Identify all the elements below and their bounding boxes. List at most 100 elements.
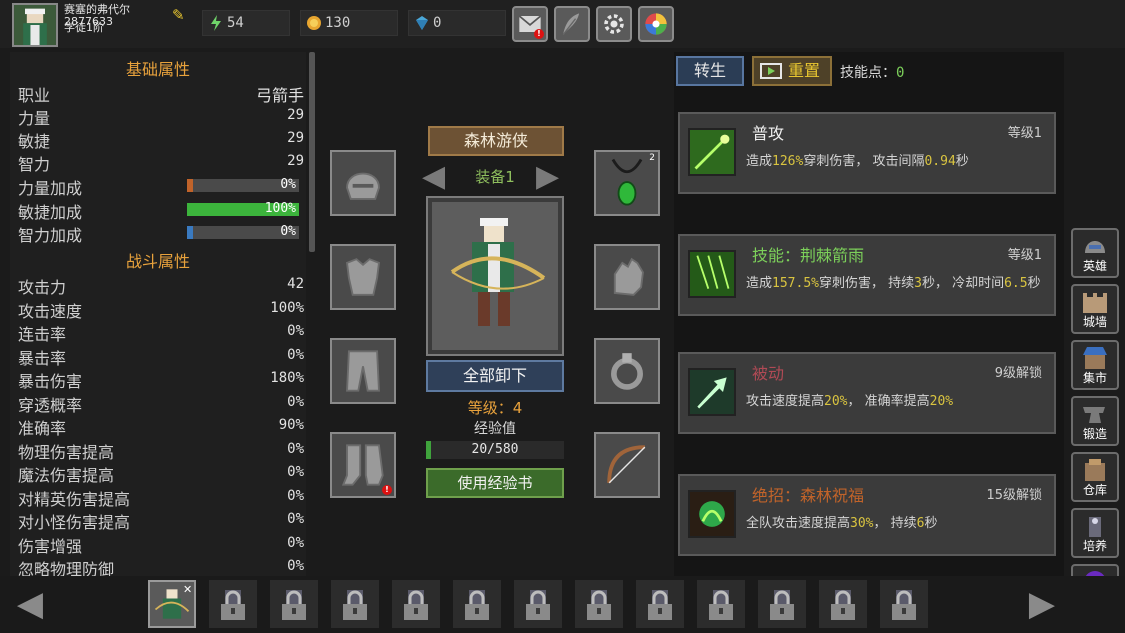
exp-label: 经验值 — [474, 421, 516, 437]
resource-lightning: 54 — [202, 10, 290, 36]
skill-card-basic-attack[interactable]: 普攻 等级1 造成126%穿刺伤害， 攻击间隔0.94秒 — [678, 112, 1056, 194]
resource-gold: 130 — [300, 10, 398, 36]
bow-icon — [607, 445, 646, 484]
roster-hero-slot-active[interactable]: ✕ — [148, 580, 196, 628]
nav-market[interactable]: 集市 — [1071, 340, 1119, 390]
skill-points: 技能点：0 — [840, 65, 905, 81]
use-exp-book-button[interactable]: 使用经验书 — [426, 468, 564, 498]
ring-icon — [611, 353, 643, 390]
prev-set-arrow-icon[interactable]: ◀ — [422, 162, 454, 192]
roster-hero-slot-locked[interactable] — [331, 580, 379, 628]
roster-hero-slot-locked[interactable] — [575, 580, 623, 628]
roster-prev-arrow-icon[interactable]: ◀ — [10, 584, 50, 624]
basic-attributes-title: 基础属性 — [125, 60, 190, 79]
player-avatar[interactable] — [12, 3, 58, 47]
stat-row: 暴击伤害 180% — [18, 370, 304, 391]
nav-city-wall[interactable]: 城墙 — [1071, 284, 1119, 334]
roster-next-arrow-icon[interactable]: ▶ — [1022, 584, 1062, 624]
nav-training[interactable]: 培养 — [1071, 508, 1119, 558]
stats-panel[interactable]: 基础属性 职业 弓箭手 力量 29 敏捷 29 智力 29 力量加成 0% 敏捷加成 1… — [10, 52, 306, 579]
necklace-slot[interactable]: 2 — [594, 150, 660, 216]
resource-diamond: 0 — [408, 10, 506, 36]
combat-attributes-title: 战斗属性 — [125, 252, 190, 271]
mail-alert-icon: ! — [534, 29, 544, 39]
player-rank: 学徒1阶 — [64, 21, 104, 34]
color-wheel-button[interactable] — [638, 6, 674, 42]
skill-card-passive[interactable]: 被动 9级解锁 攻击速度提高20%， 准确率提高20% — [678, 352, 1056, 434]
ring-slot[interactable] — [594, 338, 660, 404]
skill-name: 普攻 — [752, 124, 785, 143]
svg-text:✕: ✕ — [183, 583, 192, 596]
skill-name: 绝招：森林祝福 — [752, 486, 865, 505]
skill-card-forest-blessing[interactable]: 绝招：森林祝福 15级解锁 全队攻击速度提高30%， 持续6秒 — [678, 474, 1056, 556]
gloves-icon — [613, 257, 644, 296]
strength-bonus-bar: 0% — [187, 177, 299, 192]
skill-name: 被动 — [752, 364, 785, 383]
stats-scrollbar[interactable] — [309, 52, 315, 252]
hero-portrait — [426, 196, 564, 356]
roster-hero-slot-locked[interactable] — [636, 580, 684, 628]
pants-slot[interactable] — [330, 338, 396, 404]
lock-icon — [221, 590, 245, 620]
stat-row: 力量 29 — [18, 107, 304, 128]
settings-button[interactable] — [596, 6, 632, 42]
hero-level: 等级：4 — [467, 399, 523, 417]
stat-row: 准确率 90% — [18, 417, 304, 438]
roster-hero-slot-locked[interactable] — [758, 580, 806, 628]
stat-row: 魔法伤害提高 0% — [18, 464, 304, 485]
edit-name-icon[interactable]: ✎ — [172, 6, 190, 24]
pants-icon — [346, 350, 380, 392]
stat-row: 敏捷 29 — [18, 130, 304, 151]
feather-icon — [562, 13, 580, 36]
stat-row: 职业 弓箭手 — [18, 86, 304, 105]
next-set-arrow-icon[interactable]: ▶ — [536, 162, 568, 192]
stat-row: 穿透概率 0% — [18, 393, 304, 415]
lock-icon — [465, 590, 489, 620]
stat-row: 伤害增强 0% — [18, 534, 304, 556]
bonus-row: 力量加成 0% — [18, 175, 306, 198]
nav-forge[interactable]: 锻造 — [1071, 396, 1119, 446]
wall-icon — [1083, 293, 1107, 313]
gloves-slot[interactable] — [594, 244, 660, 310]
helmet-slot[interactable] — [330, 150, 396, 216]
stat-row: 智力 29 — [18, 153, 304, 174]
boots-slot[interactable]: ! — [330, 432, 396, 498]
ranger-hero-icon — [432, 202, 558, 350]
stat-row: 暴击率 0% — [18, 346, 304, 368]
warehouse-icon — [1085, 459, 1105, 481]
unequip-all-button[interactable]: 全部卸下 — [426, 360, 564, 392]
roster-hero-slot-locked[interactable] — [819, 580, 867, 628]
reset-skills-button[interactable]: 重置 — [752, 56, 832, 86]
roster-hero-slot-locked[interactable] — [392, 580, 440, 628]
roster-hero-slot-locked[interactable] — [270, 580, 318, 628]
weapon-slot[interactable] — [594, 432, 660, 498]
training-tower-icon — [1089, 517, 1101, 537]
roster-hero-slot-locked[interactable] — [453, 580, 501, 628]
roster-hero-slot-locked[interactable] — [880, 580, 928, 628]
stat-row: 对小怪伤害提高 0% — [18, 511, 304, 532]
gold-coin-icon — [307, 16, 321, 30]
nav-hero[interactable]: 英雄 — [1071, 228, 1119, 278]
lock-icon — [526, 590, 550, 620]
arrow-rain-icon — [688, 250, 736, 298]
market-icon — [1083, 347, 1107, 369]
rebirth-tab[interactable]: 转生 — [676, 56, 744, 86]
lock-icon — [404, 590, 428, 620]
lock-icon — [648, 590, 672, 620]
armor-slot[interactable] — [330, 244, 396, 310]
roster-hero-slot-locked[interactable] — [514, 580, 562, 628]
equipment-set-name: 装备1 — [475, 168, 515, 186]
anvil-icon — [1083, 407, 1105, 423]
lock-icon — [831, 590, 855, 620]
lightning-gem-icon — [211, 15, 221, 31]
roster-hero-slot-locked[interactable] — [697, 580, 745, 628]
feather-button[interactable] — [554, 6, 590, 42]
diamond-icon — [416, 16, 428, 30]
helmet-icon — [346, 172, 380, 200]
roster-hero-slot-locked[interactable] — [209, 580, 257, 628]
hero-helmet-icon — [1085, 241, 1105, 253]
skill-card-arrow-rain[interactable]: 技能：荆棘箭雨 等级1 造成157.5%穿刺伤害， 持续3秒， 冷却时间6.5秒 — [678, 234, 1056, 316]
nav-warehouse[interactable]: 仓库 — [1071, 452, 1119, 502]
mail-button[interactable]: ! — [512, 6, 548, 42]
diamond-value: 0 — [433, 15, 442, 31]
